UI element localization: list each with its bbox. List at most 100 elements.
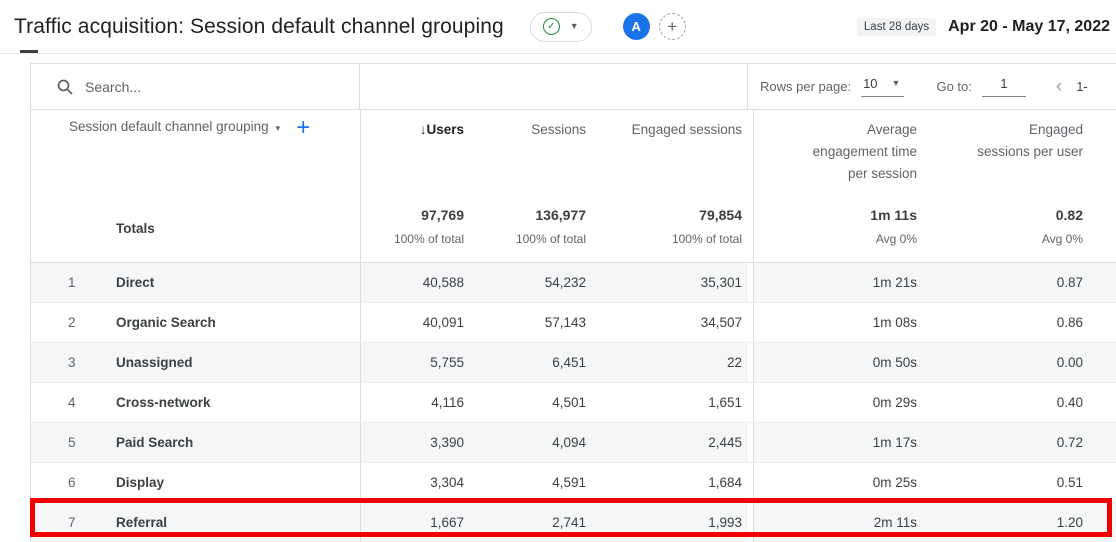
metric-value-engaged_sessions: 1,651 [708, 395, 742, 410]
metric-value-sessions: 54,232 [476, 263, 598, 302]
report-header: Traffic acquisition: Session default cha… [0, 0, 1116, 54]
table-header-row: Session default channel grouping ▾ + ↓Us… [31, 110, 1116, 194]
chevron-down-icon: ▾ [275, 123, 281, 133]
pagination-controls: Rows per page: 10 ▼ Go to: ‹ 1- [748, 64, 1116, 109]
metric-value-engaged_sessions_per_user: 0.87 [929, 263, 1116, 302]
date-range-picker[interactable]: Last 28 days Apr 20 - May 17, 2022 [856, 17, 1112, 36]
channel-name: Direct [86, 263, 360, 302]
row-number: 5 [31, 423, 86, 462]
metric-value-sessions: 4,501 [552, 395, 586, 410]
table-row: 1 Direct 40,588 54,232 35,301 1m 21s 0.87 [31, 263, 1116, 303]
table-row: 4 Cross-network 4,116 4,501 1,651 0m 29s 0.40 [31, 383, 1116, 423]
chevron-down-icon: ▼ [569, 21, 579, 31]
dimension-header-label: Session default channel grouping [69, 119, 269, 134]
channel-name: Organic Search [116, 315, 216, 330]
metric-value-avg_engagement_time: 0m 50s [754, 343, 929, 382]
metric-value-engaged_sessions_per_user: 0.00 [929, 343, 1116, 382]
metric-value-avg_engagement_time: 2m 11s [754, 503, 929, 542]
pagination-range: 1- [1076, 79, 1088, 94]
metric-value-users: 1,667 [360, 503, 476, 542]
row-number: 1 [31, 263, 86, 302]
metric-value-avg_engagement_time: 0m 25s [872, 475, 917, 490]
table-row: 7 Referral 1,667 2,741 1,993 2m 11s 1.20 [31, 503, 1116, 542]
metric-value-users: 3,304 [360, 463, 476, 502]
column-header-engaged-sessions-per-user[interactable]: Engaged sessions per user [929, 110, 1116, 194]
search-icon [57, 79, 73, 95]
add-comparison-button[interactable]: + [658, 13, 686, 40]
metric-value-sessions: 2,741 [476, 503, 598, 542]
avatar[interactable]: A [622, 13, 650, 40]
column-header-engaged-sessions[interactable]: Engaged sessions [598, 110, 748, 194]
metric-value-engaged_sessions: 1,993 [598, 503, 748, 542]
table-row: 6 Display 3,304 4,591 1,684 0m 25s 0.51 [31, 463, 1116, 503]
report-table-card: Search... Rows per page: 10 ▼ Go to: ‹ 1… [30, 63, 1116, 542]
metric-value-engaged_sessions: 22 [598, 343, 748, 382]
search-input[interactable]: Search... [31, 64, 360, 109]
total-sessions-sub: 100% of total [515, 232, 586, 246]
metric-value-users: 5,755 [360, 343, 476, 382]
row-number: 4 [68, 395, 76, 410]
total-engaged-sessions-sub: 100% of total [671, 232, 742, 246]
data-quality-button[interactable]: ✓ ▼ [529, 11, 592, 42]
total-sessions: 136,977 [535, 207, 586, 223]
metric-value-engaged_sessions: 1,684 [708, 475, 742, 490]
total-avg-engagement-time: 1m 11s [870, 207, 917, 223]
toolbar-spacer [360, 64, 748, 109]
metric-value-users: 3,390 [360, 423, 476, 462]
table-body: 1 Direct 40,588 54,232 35,301 1m 21s 0.87 2 Orga… [31, 263, 1116, 542]
column-header-avg-engagement-time[interactable]: Average engagement time per session [754, 110, 929, 194]
row-number: 3 [31, 343, 86, 382]
go-to-page-input[interactable] [981, 76, 1026, 97]
channel-name: Display [116, 475, 165, 490]
metric-value-users: 40,091 [360, 303, 476, 342]
previous-page-chevron-icon[interactable]: ‹ [1056, 77, 1062, 96]
metric-value-sessions: 6,451 [476, 343, 598, 382]
column-header-users[interactable]: ↓Users [360, 110, 476, 194]
plus-icon: + [667, 16, 678, 36]
metric-value-avg_engagement_time: 1m 08s [872, 315, 917, 330]
table-row: 2 Organic Search 40,091 57,143 34,507 1m 08s 0… [31, 303, 1116, 343]
verified-check-icon: ✓ [542, 18, 560, 35]
ga4-traffic-acquisition-report: Traffic acquisition: Session default cha… [0, 0, 1116, 542]
rows-per-page-select[interactable]: 10 ▼ [861, 76, 905, 97]
metric-value-avg_engagement_time: 1m 21s [754, 263, 929, 302]
total-espu-sub: Avg 0% [1041, 232, 1083, 246]
metric-value-users: 4,116 [360, 383, 476, 422]
metric-value-sessions: 4,591 [552, 475, 586, 490]
metric-value-engaged_sessions_per_user: 0.51 [1056, 475, 1083, 490]
column-header-sessions[interactable]: Sessions [476, 110, 598, 194]
date-range-text: Apr 20 - May 17, 2022 [948, 17, 1110, 35]
row-number: 6 [68, 475, 76, 490]
row-number: 2 [68, 315, 76, 330]
total-engaged-sessions-per-user: 0.82 [1055, 207, 1083, 223]
go-to-label: Go to: [936, 79, 972, 94]
metric-value-avg_engagement_time: 0m 29s [872, 395, 917, 410]
metric-value-engaged_sessions: 34,507 [700, 315, 742, 330]
add-dimension-button[interactable]: + [296, 116, 310, 140]
rows-per-page-value: 10 [863, 76, 878, 91]
row-number: 7 [31, 503, 86, 542]
metric-value-engaged_sessions: 35,301 [598, 263, 748, 302]
metric-value-avg_engagement_time: 1m 17s [754, 423, 929, 462]
metric-value-sessions: 4,094 [476, 423, 598, 462]
channel-name: Cross-network [116, 395, 211, 410]
channel-name: Unassigned [86, 343, 360, 382]
metric-value-engaged_sessions_per_user: 0.40 [1056, 395, 1083, 410]
total-users: 97,769 [421, 207, 464, 223]
table-row: 3 Unassigned 5,755 6,451 22 0m 50s 0.00 [31, 343, 1116, 383]
metric-value-engaged_sessions: 2,445 [598, 423, 748, 462]
search-placeholder: Search... [85, 78, 142, 95]
channel-name: Paid Search [86, 423, 360, 462]
chevron-down-icon: ▼ [891, 78, 901, 88]
metric-value-users: 40,588 [360, 263, 476, 302]
total-avg-sub: Avg 0% [875, 232, 917, 246]
table-toolbar: Search... Rows per page: 10 ▼ Go to: ‹ 1… [31, 63, 1116, 110]
metric-value-engaged_sessions_per_user: 1.20 [929, 503, 1116, 542]
metric-value-engaged_sessions_per_user: 0.72 [929, 423, 1116, 462]
rows-per-page-label: Rows per page: [760, 79, 852, 94]
totals-row: Totals 97,769 100% of total 136,977 100%… [31, 194, 1116, 263]
metric-value-engaged_sessions_per_user: 0.86 [1056, 315, 1083, 330]
scrollbar-fragment [20, 50, 38, 53]
table-row: 5 Paid Search 3,390 4,094 2,445 1m 17s 0.72 [31, 423, 1116, 463]
dimension-header-dropdown[interactable]: Session default channel grouping ▾ + [31, 110, 360, 194]
